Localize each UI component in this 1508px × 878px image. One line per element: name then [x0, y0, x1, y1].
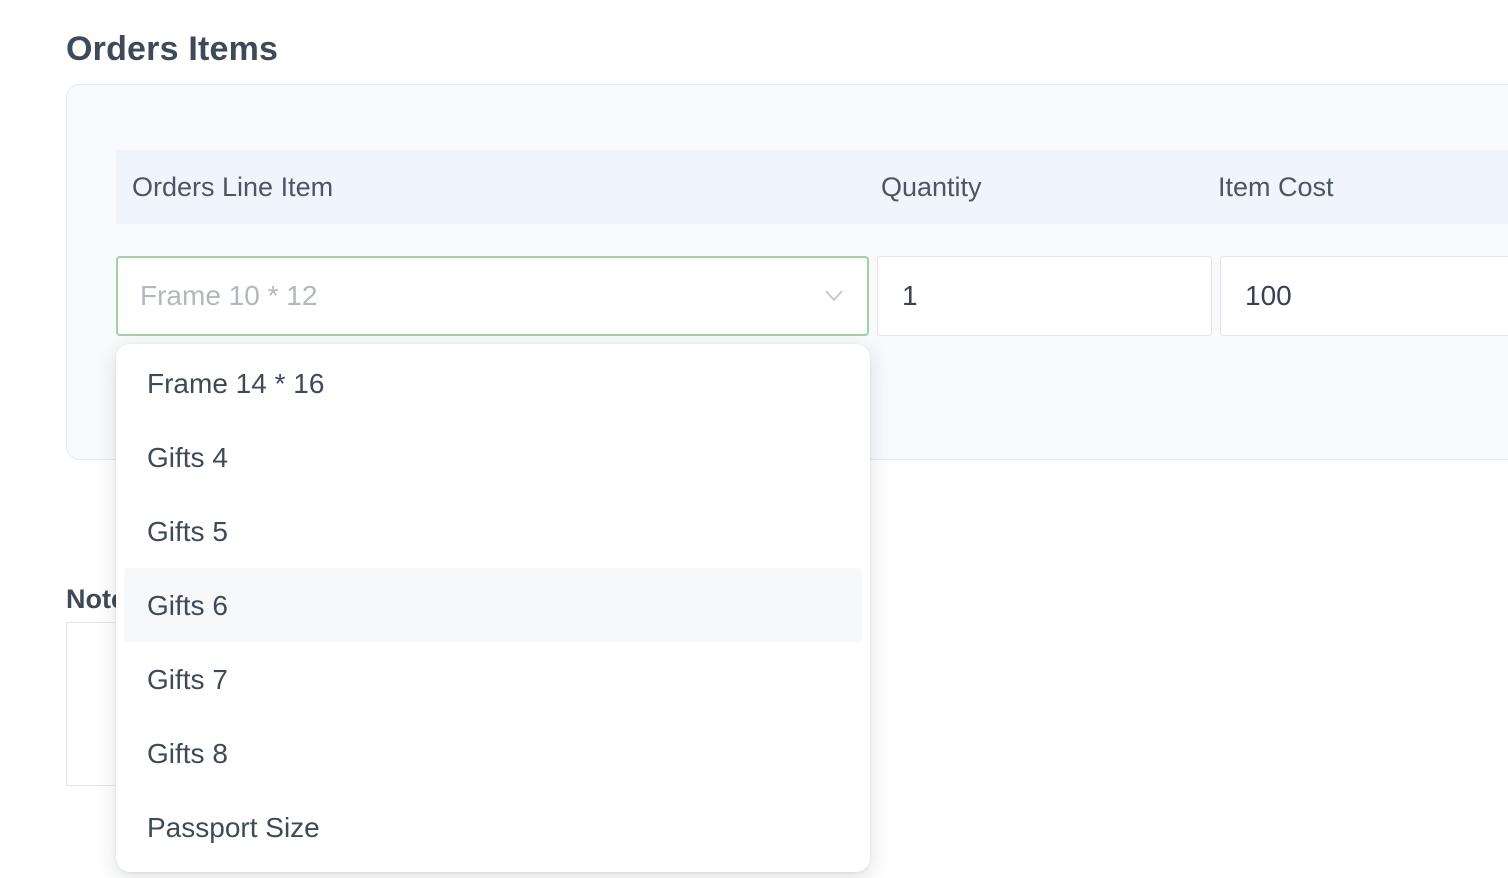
- section-title: Orders Items: [66, 30, 279, 68]
- line-item-select[interactable]: Frame 10 * 12: [116, 256, 869, 336]
- header-quantity: Quantity: [881, 172, 982, 202]
- dropdown-option[interactable]: Gifts 8: [124, 716, 862, 790]
- header-orders-line-item: Orders Line Item: [132, 172, 334, 202]
- dropdown-option[interactable]: Passport Size: [124, 790, 862, 864]
- dropdown-option-hovered[interactable]: Gifts 6: [124, 568, 862, 642]
- dropdown-option-label: Gifts 6: [147, 590, 228, 621]
- dropdown-option[interactable]: Frame 14 * 16: [124, 346, 862, 420]
- chevron-down-icon[interactable]: [823, 284, 845, 306]
- dropdown-option-label: Frame 14 * 16: [147, 368, 325, 399]
- item-cost-input[interactable]: 100: [1220, 256, 1508, 336]
- dropdown-option[interactable]: Gifts 4: [124, 420, 862, 494]
- dropdown-option-label: Gifts 5: [147, 516, 228, 547]
- header-item-cost: Item Cost: [1218, 172, 1334, 202]
- dropdown-option[interactable]: Gifts 5: [124, 494, 862, 568]
- dropdown-option-label: Gifts 4: [147, 442, 228, 473]
- dropdown-option-label: Gifts 8: [147, 738, 228, 769]
- table-header: Orders Line Item Quantity Item Cost: [116, 150, 1508, 224]
- item-cost-value: 100: [1245, 280, 1292, 311]
- quantity-value: 1: [902, 280, 918, 311]
- dropdown-option-label: Passport Size: [147, 812, 320, 843]
- quantity-input[interactable]: 1: [877, 256, 1212, 336]
- line-item-select-value: Frame 10 * 12: [140, 280, 318, 311]
- dropdown-option[interactable]: Gifts 7: [124, 642, 862, 716]
- line-item-dropdown: Frame 14 * 16 Gifts 4 Gifts 5 Gifts 6 Gi…: [116, 344, 870, 872]
- dropdown-option-label: Gifts 7: [147, 664, 228, 695]
